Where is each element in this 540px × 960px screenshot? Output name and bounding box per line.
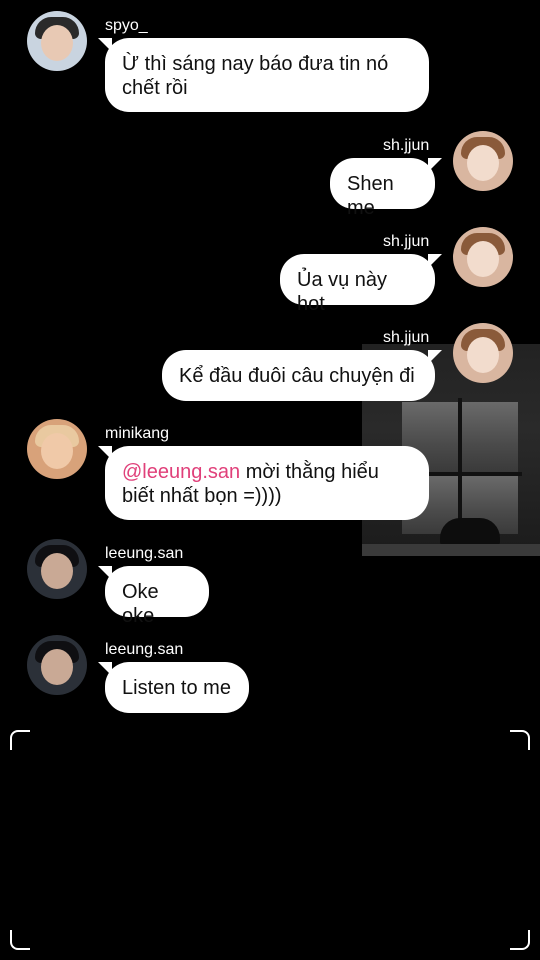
username-label[interactable]: leeung.san [105, 545, 183, 563]
window-frame [458, 398, 462, 538]
username-label[interactable]: spyo_ [105, 17, 148, 35]
frame-corner-top-left [10, 730, 30, 750]
frame-corner-bottom-right [510, 930, 530, 950]
message-text: Listen to me [122, 677, 231, 699]
frame-corner-top-right [510, 730, 530, 750]
avatar-leeungsan[interactable] [27, 539, 87, 599]
avatar-face [467, 241, 499, 277]
avatar-spyo[interactable] [27, 11, 87, 71]
avatar-face [467, 145, 499, 181]
message-bubble[interactable]: Oke oke [98, 566, 209, 627]
message-bubble[interactable]: Shen me [330, 158, 442, 219]
window-sill [362, 544, 540, 556]
mention-link[interactable]: @leeung.san [122, 461, 240, 483]
avatar-face [41, 433, 73, 469]
message-bubble[interactable]: Kể đầu đuôi câu chuyện đi [162, 350, 442, 401]
avatar-face [41, 649, 73, 685]
avatar-leeungsan[interactable] [27, 635, 87, 695]
avatar-shjjun[interactable] [453, 131, 513, 191]
username-label[interactable]: leeung.san [105, 641, 183, 659]
username-label[interactable]: minikang [105, 425, 169, 443]
avatar-shjjun[interactable] [453, 323, 513, 383]
message-bubble[interactable]: @leeung.san mời thằng hiểu biết nhất bọn… [98, 446, 429, 520]
window-pane [462, 402, 518, 472]
avatar-face [41, 25, 73, 61]
avatar-face [467, 337, 499, 373]
message-bubble[interactable]: Listen to me [98, 662, 249, 713]
message-text: Shen me [347, 173, 394, 219]
avatar-minikang[interactable] [27, 419, 87, 479]
message-text: Kể đầu đuôi câu chuyện đi [179, 365, 415, 387]
message-bubble[interactable]: Ủa vụ này hot [280, 254, 442, 315]
message-text: Ủa vụ này hot [297, 269, 388, 315]
username-label[interactable]: sh.jjun [383, 329, 429, 347]
message-text: Oke oke [122, 581, 159, 627]
frame-corner-bottom-left [10, 930, 30, 950]
avatar-shjjun[interactable] [453, 227, 513, 287]
silhouette-object [440, 518, 500, 546]
message-bubble[interactable]: Ừ thì sáng nay báo đưa tin nó chết rồi [98, 38, 429, 112]
username-label[interactable]: sh.jjun [383, 137, 429, 155]
message-text: Ừ thì sáng nay báo đưa tin nó chết rồi [122, 53, 389, 99]
avatar-face [41, 553, 73, 589]
username-label[interactable]: sh.jjun [383, 233, 429, 251]
